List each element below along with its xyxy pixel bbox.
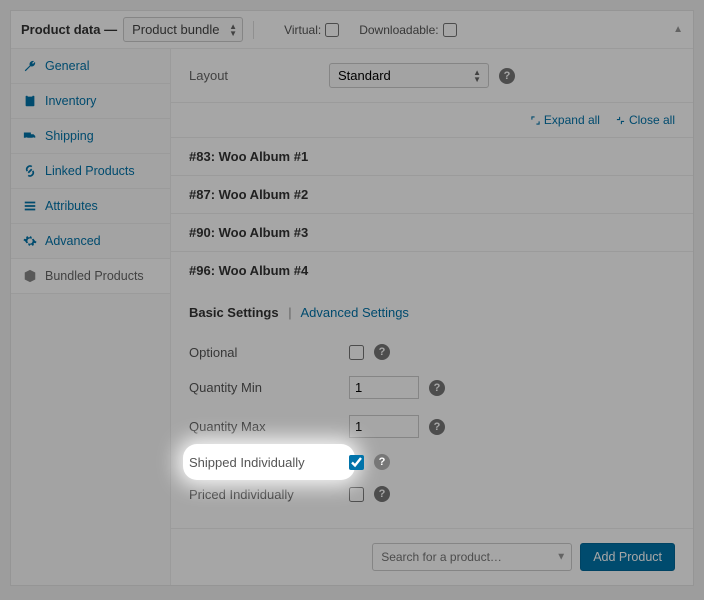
add-product-button[interactable]: Add Product xyxy=(580,543,675,571)
virtual-checkbox-wrap: Virtual: xyxy=(284,23,339,37)
bundle-item-settings: Basic Settings | Advanced Settings Optio… xyxy=(171,289,693,528)
layout-label: Layout xyxy=(189,68,329,83)
shipped-help-icon[interactable]: ? xyxy=(374,454,390,470)
bundle-item[interactable]: #83: Woo Album #1 xyxy=(171,137,693,175)
tab-advanced[interactable]: Advanced xyxy=(11,224,170,259)
link-icon xyxy=(23,164,37,178)
downloadable-checkbox[interactable] xyxy=(443,23,457,37)
qty-max-help-icon[interactable]: ? xyxy=(429,419,445,435)
panel-title: Product data — xyxy=(21,22,117,37)
tab-general[interactable]: General xyxy=(11,49,170,84)
clipboard-icon xyxy=(23,94,37,108)
close-all-link[interactable]: Close all xyxy=(616,113,675,127)
priced-checkbox[interactable] xyxy=(349,487,364,502)
tab-inventory[interactable]: Inventory xyxy=(11,84,170,119)
product-search-input[interactable] xyxy=(372,543,572,571)
bundle-item[interactable]: #87: Woo Album #2 xyxy=(171,175,693,213)
priced-help-icon[interactable]: ? xyxy=(374,486,390,502)
qty-min-label: Quantity Min xyxy=(189,380,349,395)
qty-min-row: Quantity Min ? xyxy=(189,368,675,407)
optional-label: Optional xyxy=(189,345,349,360)
collapse-icon xyxy=(616,116,625,125)
optional-row: Optional ? xyxy=(189,336,675,368)
tab-linked-products[interactable]: Linked Products xyxy=(11,154,170,189)
advanced-settings-tab[interactable]: Advanced Settings xyxy=(301,305,409,320)
tab-attributes[interactable]: Attributes xyxy=(11,189,170,224)
layout-select[interactable]: Standard ▲▼ xyxy=(329,63,489,88)
expand-icon xyxy=(531,116,540,125)
qty-max-input[interactable] xyxy=(349,415,419,438)
shipped-label: Shipped Individually xyxy=(189,455,349,470)
optional-checkbox[interactable] xyxy=(349,345,364,360)
collapse-panel-icon[interactable]: ▲ xyxy=(673,24,683,35)
bundle-item[interactable]: #96: Woo Album #4 xyxy=(171,251,693,289)
chevron-down-icon: ▼ xyxy=(556,552,566,563)
truck-icon xyxy=(23,129,37,143)
list-icon xyxy=(23,199,37,213)
layout-help-icon[interactable]: ? xyxy=(499,68,515,84)
virtual-checkbox[interactable] xyxy=(325,23,339,37)
downloadable-checkbox-wrap: Downloadable: xyxy=(359,23,456,37)
product-data-tabs: General Inventory Shipping xyxy=(11,49,171,585)
virtual-label: Virtual: xyxy=(284,23,321,37)
shipped-checkbox[interactable] xyxy=(349,455,364,470)
tab-bundled-products[interactable]: Bundled Products xyxy=(11,259,170,294)
bundle-item[interactable]: #90: Woo Album #3 xyxy=(171,213,693,251)
qty-min-input[interactable] xyxy=(349,376,419,399)
bundle-footer: ▼ Add Product xyxy=(171,528,693,585)
qty-max-label: Quantity Max xyxy=(189,419,349,434)
cube-icon xyxy=(23,269,37,283)
wrench-icon xyxy=(23,59,37,73)
expand-all-link[interactable]: Expand all xyxy=(531,113,600,127)
tab-shipping[interactable]: Shipping xyxy=(11,119,170,154)
panel-header: Product data — Product bundle ▲▼ Virtual… xyxy=(11,11,693,49)
qty-min-help-icon[interactable]: ? xyxy=(429,380,445,396)
product-data-panel: Product data — Product bundle ▲▼ Virtual… xyxy=(10,10,694,586)
basic-settings-tab[interactable]: Basic Settings xyxy=(189,305,279,320)
product-type-select[interactable]: Product bundle ▲▼ xyxy=(123,17,243,42)
downloadable-label: Downloadable: xyxy=(359,23,438,37)
qty-max-row: Quantity Max ? xyxy=(189,407,675,446)
shipped-individually-row: Shipped Individually ? xyxy=(189,446,675,478)
gear-icon xyxy=(23,234,37,248)
priced-individually-row: Priced Individually ? xyxy=(189,478,675,510)
optional-help-icon[interactable]: ? xyxy=(374,344,390,360)
product-search[interactable]: ▼ xyxy=(372,543,572,571)
bundled-products-content: Layout Standard ▲▼ ? Expand all Close al… xyxy=(171,49,693,585)
priced-label: Priced Individually xyxy=(189,487,349,502)
layout-row: Layout Standard ▲▼ ? xyxy=(171,49,693,103)
